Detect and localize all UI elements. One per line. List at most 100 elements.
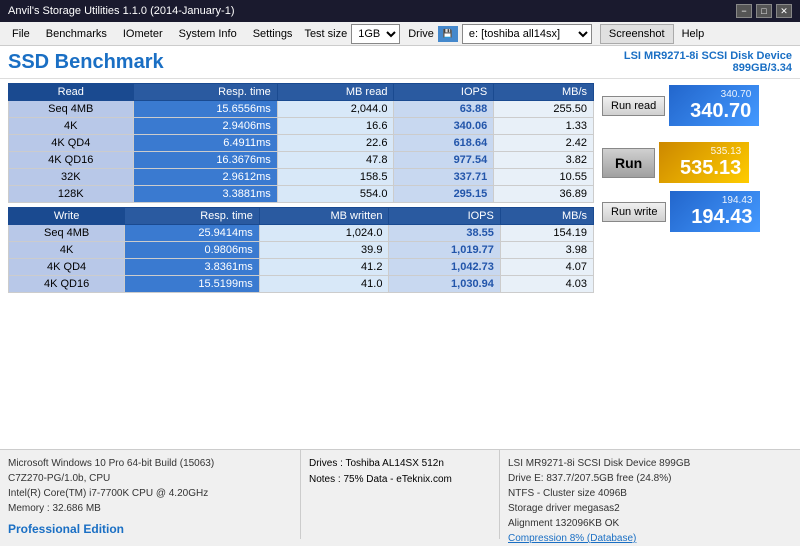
device-line2: 899GB/3.34 <box>624 62 792 74</box>
menu-file[interactable]: File <box>4 22 38 45</box>
write-table-row: 4K QD43.8361ms41.21,042.734.07 <box>9 259 594 276</box>
write-table-row: 4K QD1615.5199ms41.01,030.944.03 <box>9 276 594 293</box>
footer: Microsoft Windows 10 Pro 64-bit Build (1… <box>0 449 800 539</box>
read-resp-time: 2.9406ms <box>133 118 277 135</box>
write-header-resp: Resp. time <box>125 208 260 225</box>
menu-iometer[interactable]: IOmeter <box>115 22 171 45</box>
pro-edition: Professional Edition <box>8 520 292 538</box>
write-table: Write Resp. time MB written IOPS MB/s Se… <box>8 207 594 293</box>
test-size-label: Test size <box>304 28 347 40</box>
run-read-button[interactable]: Run read <box>602 96 665 116</box>
read-score-box: 340.70 340.70 <box>669 85 759 126</box>
footer-right-line: Storage driver megasas2 <box>508 501 792 516</box>
read-table: Read Resp. time MB read IOPS MB/s Seq 4M… <box>8 83 594 203</box>
read-row-label: Seq 4MB <box>9 101 134 118</box>
footer-right-line: NTFS - Cluster size 4096B <box>508 486 792 501</box>
footer-left: Microsoft Windows 10 Pro 64-bit Build (1… <box>0 450 300 539</box>
device-line1: LSI MR9271-8i SCSI Disk Device <box>624 50 792 62</box>
write-iops: 38.55 <box>389 225 500 242</box>
test-size-select[interactable]: 1GB <box>351 24 400 44</box>
read-mb: 158.5 <box>277 169 394 186</box>
read-iops: 618.64 <box>394 135 494 152</box>
screenshot-button[interactable]: Screenshot <box>600 24 674 44</box>
read-header-mbread: MB read <box>277 84 394 101</box>
right-panel: Run read 340.70 340.70 Run 535.13 535.13 <box>602 83 792 445</box>
read-header-label: Read <box>9 84 134 101</box>
read-mb: 47.8 <box>277 152 394 169</box>
write-iops: 1,042.73 <box>389 259 500 276</box>
read-resp-time: 6.4911ms <box>133 135 277 152</box>
write-mb: 41.0 <box>259 276 389 293</box>
write-mb: 39.9 <box>259 242 389 259</box>
read-mbs: 10.55 <box>494 169 594 186</box>
write-score-small: 194.43 <box>722 195 753 206</box>
write-header-mbs: MB/s <box>500 208 593 225</box>
read-row-label: 32K <box>9 169 134 186</box>
read-table-row: 4K QD46.4911ms22.6618.642.42 <box>9 135 594 152</box>
menu-help[interactable]: Help <box>674 22 713 45</box>
maximize-button[interactable]: □ <box>756 4 772 18</box>
ssd-title: SSD Benchmark <box>8 51 164 74</box>
write-mbs: 3.98 <box>500 242 593 259</box>
total-score-row: Run 535.13 535.13 <box>602 142 749 183</box>
footer-right-line: LSI MR9271-8i SCSI Disk Device 899GB <box>508 456 792 471</box>
test-size-group: Test size 1GB <box>304 24 400 44</box>
read-iops: 337.71 <box>394 169 494 186</box>
read-iops: 295.15 <box>394 186 494 203</box>
write-resp-time: 15.5199ms <box>125 276 260 293</box>
title-text: Anvil's Storage Utilities 1.1.0 (2014-Ja… <box>8 5 234 17</box>
read-table-row: 4K QD1616.3676ms47.8977.543.82 <box>9 152 594 169</box>
read-mb: 554.0 <box>277 186 394 203</box>
drive-select[interactable]: e: [toshiba all14sx] <box>462 24 592 44</box>
footer-right-lines: LSI MR9271-8i SCSI Disk Device 899GBDriv… <box>508 456 792 546</box>
read-mbs: 1.33 <box>494 118 594 135</box>
write-row-label: 4K QD16 <box>9 276 125 293</box>
read-resp-time: 2.9612ms <box>133 169 277 186</box>
footer-right-line: Drive E: 837.7/207.5GB free (24.8%) <box>508 471 792 486</box>
write-header-mbwritten: MB written <box>259 208 389 225</box>
write-mb: 1,024.0 <box>259 225 389 242</box>
footer-left-line: Microsoft Windows 10 Pro 64-bit Build (1… <box>8 456 292 471</box>
read-mbs: 2.42 <box>494 135 594 152</box>
footer-left-line: C7Z270-PG/1.0b, CPU <box>8 471 292 486</box>
close-button[interactable]: ✕ <box>776 4 792 18</box>
read-row-label: 4K QD16 <box>9 152 134 169</box>
write-mb: 41.2 <box>259 259 389 276</box>
footer-center-line: Notes : 75% Data - eTeknix.com <box>309 472 491 488</box>
footer-center: Drives : Toshiba AL14SX 512nNotes : 75% … <box>300 450 500 539</box>
total-score-small: 535.13 <box>711 146 742 157</box>
read-table-row: 4K2.9406ms16.6340.061.33 <box>9 118 594 135</box>
footer-center-line: Drives : Toshiba AL14SX 512n <box>309 456 491 472</box>
write-resp-time: 3.8361ms <box>125 259 260 276</box>
write-row-label: 4K <box>9 242 125 259</box>
read-iops: 63.88 <box>394 101 494 118</box>
read-mbs: 36.89 <box>494 186 594 203</box>
write-iops: 1,019.77 <box>389 242 500 259</box>
read-iops: 977.54 <box>394 152 494 169</box>
write-row-label: 4K QD4 <box>9 259 125 276</box>
footer-right-line: Alignment 132096KB OK <box>508 516 792 531</box>
read-mb: 16.6 <box>277 118 394 135</box>
device-info: LSI MR9271-8i SCSI Disk Device 899GB/3.3… <box>624 50 792 74</box>
write-row-label: Seq 4MB <box>9 225 125 242</box>
read-resp-time: 15.6556ms <box>133 101 277 118</box>
app-header: SSD Benchmark LSI MR9271-8i SCSI Disk De… <box>0 46 800 79</box>
write-header-iops: IOPS <box>389 208 500 225</box>
run-button[interactable]: Run <box>602 148 655 178</box>
read-mb: 22.6 <box>277 135 394 152</box>
read-header-iops: IOPS <box>394 84 494 101</box>
write-table-row: Seq 4MB25.9414ms1,024.038.55154.19 <box>9 225 594 242</box>
menu-bar: File Benchmarks IOmeter System Info Sett… <box>0 22 800 46</box>
menu-system-info[interactable]: System Info <box>171 22 245 45</box>
menu-benchmarks[interactable]: Benchmarks <box>38 22 115 45</box>
run-write-button[interactable]: Run write <box>602 202 666 222</box>
read-header-mbs: MB/s <box>494 84 594 101</box>
write-score-large: 194.43 <box>691 206 752 228</box>
read-resp-time: 16.3676ms <box>133 152 277 169</box>
tables-section: Read Resp. time MB read IOPS MB/s Seq 4M… <box>8 83 594 445</box>
write-resp-time: 0.9806ms <box>125 242 260 259</box>
read-mbs: 255.50 <box>494 101 594 118</box>
minimize-button[interactable]: − <box>736 4 752 18</box>
menu-settings[interactable]: Settings <box>245 22 301 45</box>
read-header-resp: Resp. time <box>133 84 277 101</box>
